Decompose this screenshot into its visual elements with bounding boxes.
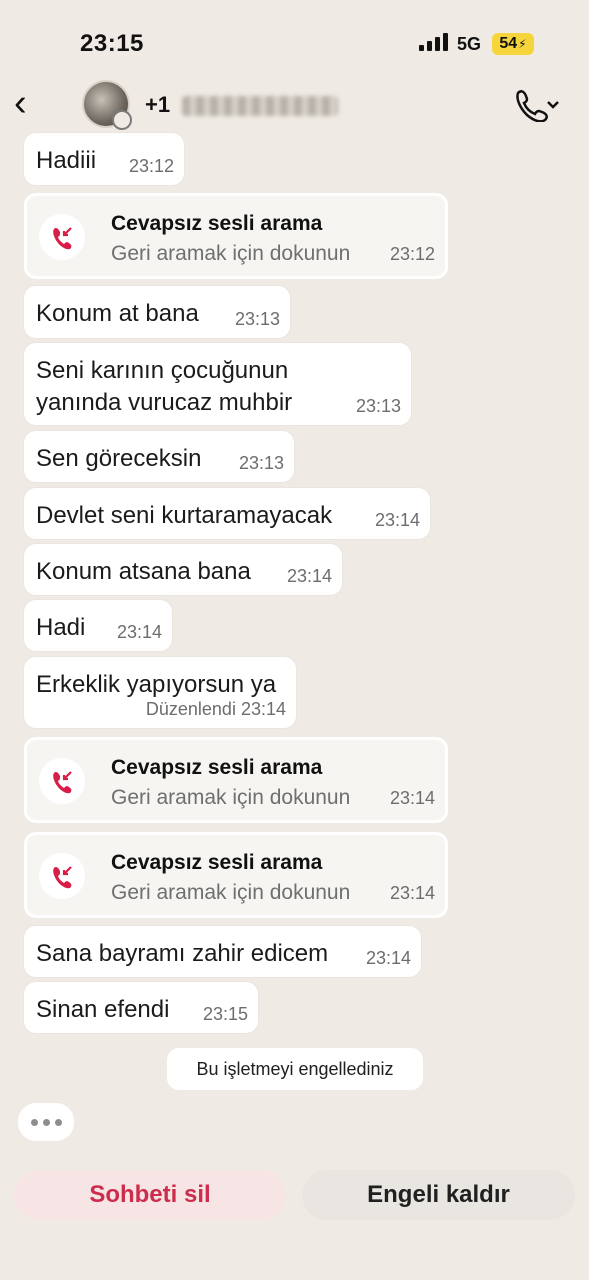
typing-indicator [18,1103,74,1141]
missed-call-card[interactable]: Cevapsız sesli arama Geri aramak için do… [24,193,448,279]
missed-call-icon [39,214,85,260]
message-bubble: Sen göreceksin 23:13 [24,431,294,482]
message-time-value: 23:14 [240,699,286,719]
message-time: 23:14 [389,883,435,903]
signal-icon [419,33,448,51]
message-time: 23:14 [365,948,411,968]
message-bubble: Konum at bana 23:13 [24,286,290,338]
chat-header: ‹ +1 [0,72,589,138]
phone-icon[interactable] [509,86,559,122]
message-text: Erkeklik yapıyorsun ya [36,671,277,698]
battery-indicator: 54 ⚡ [492,33,534,55]
message-text: Konum atsana bana [36,558,251,585]
message-bubble: Hadiii 23:12 [24,133,184,185]
missed-call-subtitle: Geri aramak için dokunun [111,242,351,265]
message-text: Seni karının çocuğunun yanında vurucaz m… [36,357,293,416]
missed-call-title: Cevapsız sesli arama [111,851,323,874]
missed-call-card[interactable]: Cevapsız sesli arama Geri aramak için do… [24,832,448,918]
battery-level: 54 [499,35,518,52]
typing-dot [42,1118,50,1126]
missed-call-title: Cevapsız sesli arama [111,212,323,235]
status-time: 23:15 [80,30,144,57]
unblock-button[interactable]: Engeli kaldır [302,1170,575,1220]
message-time: 23:14 [389,788,435,808]
missed-call-card[interactable]: Cevapsız sesli arama Geri aramak için do… [24,737,448,823]
missed-call-subtitle: Geri aramak için dokunun [111,881,351,904]
typing-dot [30,1118,38,1126]
message-time: 23:12 [128,156,174,176]
contact-name[interactable]: +1 [145,92,339,118]
missed-call-icon [39,758,85,804]
contact-prefix: +1 [145,92,171,117]
typing-dot [54,1118,62,1126]
message-bubble: Devlet seni kurtaramayacak 23:14 [24,488,430,539]
charging-icon: ⚡ [518,37,527,51]
message-time: 23:12 [389,244,435,264]
message-time: 23:15 [202,1004,248,1024]
message-time: 23:14 [116,622,162,642]
message-bubble: Hadi 23:14 [24,600,172,651]
message-time: 23:14 [374,510,420,530]
blocked-notice: Bu işletmeyi engellediniz [167,1048,423,1090]
message-bubble: Seni karının çocuğunun yanında vurucaz m… [24,343,411,425]
message-bubble: Konum atsana bana 23:14 [24,544,342,595]
message-text: Devlet seni kurtaramayacak [36,502,333,529]
edited-label: Düzenlendi [145,699,236,719]
missed-call-subtitle: Geri aramak için dokunun [111,786,351,809]
message-time: 23:14 [286,566,332,586]
message-bubble: Erkeklik yapıyorsun ya Düzenlendi 23:14 [24,657,296,728]
message-text: Sana bayramı zahir edicem [36,940,329,967]
message-bubble: Sinan efendi 23:15 [24,982,258,1033]
status-bar: 23:15 5G 54 ⚡ [0,0,589,80]
missed-call-icon [39,853,85,899]
back-button[interactable]: ‹ [14,84,44,122]
delete-chat-button[interactable]: Sohbeti sil [14,1170,286,1220]
message-time: 23:13 [238,453,284,473]
message-time: Düzenlendi 23:14 [146,699,286,720]
network-label: 5G [457,34,482,54]
missed-call-title: Cevapsız sesli arama [111,756,323,779]
redacted-number [182,96,339,117]
avatar-badge-icon [112,110,132,130]
message-bubble: Sana bayramı zahir edicem 23:14 [24,926,421,977]
message-time: 23:13 [234,309,280,329]
message-time: 23:13 [355,396,401,416]
